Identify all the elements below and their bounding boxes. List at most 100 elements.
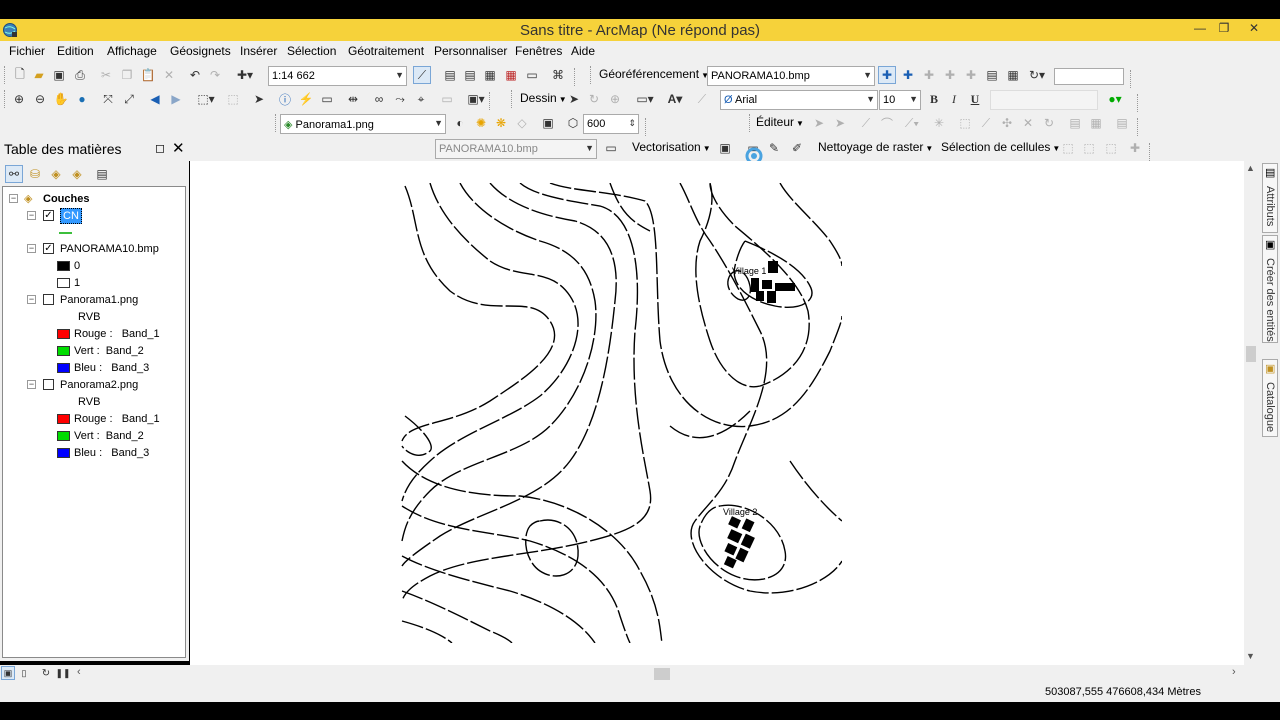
create-features-button[interactable]: ▤ xyxy=(1113,114,1131,132)
reshape-button[interactable]: ⟋ xyxy=(977,114,995,132)
transparency-button[interactable]: ❋ xyxy=(492,114,510,132)
vertical-scrollbar[interactable]: ▲ ▼ xyxy=(1244,161,1258,665)
menu-geosignets[interactable]: Géosignets xyxy=(170,44,231,58)
paste-button[interactable]: 📋 xyxy=(139,66,157,84)
raster-cleanup-menu[interactable]: Nettoyage de raster ▼ xyxy=(818,140,933,154)
sketch-properties-button[interactable]: ▦ xyxy=(1087,114,1105,132)
map-view[interactable]: Village 1 Village 2 xyxy=(190,161,1244,665)
collapse-icon[interactable]: − xyxy=(27,211,36,220)
catalog-button[interactable]: ▤ xyxy=(461,66,479,84)
go-to-xy-button[interactable]: ⌖ xyxy=(412,90,430,108)
select-elements-button[interactable]: ➤ xyxy=(250,90,268,108)
select-link-button[interactable]: ✚ xyxy=(899,66,917,84)
edit-vertices-button[interactable]: ⟋ xyxy=(693,90,711,108)
raster-cleanup-pen-button[interactable]: ✐ xyxy=(788,139,806,157)
search-window-button[interactable]: ▦ xyxy=(481,66,499,84)
time-slider-button[interactable]: ▭ xyxy=(438,90,456,108)
vectorization-settings-button[interactable]: ▣ xyxy=(716,139,734,157)
collapse-icon[interactable]: − xyxy=(27,244,36,253)
menu-edition[interactable]: Edition xyxy=(57,44,94,58)
link-table-button[interactable]: ▦ xyxy=(1004,66,1022,84)
find-route-button[interactable]: ⤳ xyxy=(391,90,409,108)
cell-selection-menu[interactable]: Sélection de cellules ▼ xyxy=(941,140,1060,154)
auto-adjust-button[interactable]: ✚ xyxy=(962,66,980,84)
menu-fichier[interactable]: Fichier xyxy=(9,44,45,58)
vectorization-pen-button[interactable]: ✎ xyxy=(765,139,783,157)
forward-extent-button[interactable]: ▶ xyxy=(167,90,185,108)
list-by-drawing-order-button[interactable]: ⚯ xyxy=(5,165,23,183)
close-icon[interactable]: ✕ xyxy=(172,139,185,157)
font-size-combo[interactable]: 10 ▼ xyxy=(879,90,921,110)
editor-menu[interactable]: Éditeur ▼ xyxy=(756,115,804,129)
raster-snapping-button[interactable]: ▭ xyxy=(602,139,620,157)
catalog-tab[interactable]: ▣ Catalogue xyxy=(1262,359,1278,437)
edit-vertices-tool-button[interactable]: ⬚ xyxy=(956,114,974,132)
end-point-arc-button[interactable]: ⌒ xyxy=(878,114,896,132)
menu-geotraitement[interactable]: Géotraitement xyxy=(348,44,424,58)
save-button[interactable]: ▣ xyxy=(50,66,68,84)
view-link-table-button[interactable]: ▤ xyxy=(983,66,1001,84)
list-by-source-button[interactable]: ⛁ xyxy=(26,165,44,183)
horizontal-scroll-thumb[interactable] xyxy=(654,668,670,680)
menu-personnaliser[interactable]: Personnaliser xyxy=(434,44,507,58)
fixed-zoom-in-button[interactable]: ⤧ xyxy=(99,90,117,108)
list-by-visibility-button[interactable]: ◈ xyxy=(47,165,65,183)
layer-visibility-checkbox[interactable] xyxy=(43,379,54,390)
pan-button[interactable]: ✋ xyxy=(52,90,70,108)
zoom-to-link-button[interactable]: ✚ xyxy=(920,66,938,84)
table-toc-button[interactable]: ▤ xyxy=(441,66,459,84)
measure-button[interactable]: ⇹ xyxy=(344,90,362,108)
rotation-input[interactable] xyxy=(1054,68,1124,85)
zoom-in-button[interactable]: ⊕ xyxy=(10,90,28,108)
cut-button[interactable]: ✂ xyxy=(97,66,115,84)
vectorization-menu[interactable]: Vectorisation ▼ xyxy=(632,140,711,154)
raster-layer-combo[interactable]: ◈ Panorama1.png ▼ xyxy=(280,114,446,134)
back-extent-button[interactable]: ◀ xyxy=(146,90,164,108)
zoom-elements-button[interactable]: ⊕ xyxy=(606,90,624,108)
viewer-button[interactable]: ▣▾ xyxy=(463,90,489,108)
cell-select-button[interactable]: ⬚ xyxy=(1059,139,1077,157)
text-button[interactable]: A▾ xyxy=(662,90,688,108)
toc-options-button[interactable]: ▤ xyxy=(93,165,111,183)
cell-select-remove-button[interactable]: ⬚ xyxy=(1102,139,1120,157)
zoom-out-button[interactable]: ⊖ xyxy=(31,90,49,108)
georeferencing-menu[interactable]: Géoréférencement ▼ xyxy=(599,67,709,81)
layer-row-panorama1[interactable]: − Panorama1.png xyxy=(25,292,185,308)
menu-affichage[interactable]: Affichage xyxy=(107,44,157,58)
refresh-button[interactable]: ↻ xyxy=(39,666,53,680)
attributes-tab[interactable]: ▤ Attributs xyxy=(1262,163,1278,233)
brightness-button[interactable]: ✺ xyxy=(472,114,490,132)
resolution-button[interactable]: ⬡ xyxy=(564,114,582,132)
resolution-input[interactable]: 600 ⇕ xyxy=(583,114,639,134)
print-button[interactable]: ⎙ xyxy=(71,66,89,84)
draw-select-button[interactable]: ➤ xyxy=(565,90,583,108)
cut-polygons-button[interactable]: ✣ xyxy=(998,114,1016,132)
pause-drawing-button[interactable]: ❚❚ xyxy=(55,666,70,680)
python-button[interactable]: ▭ xyxy=(523,66,541,84)
menu-fenetres[interactable]: Fenêtres xyxy=(515,44,562,58)
delete-link-button[interactable]: ✚ xyxy=(941,66,959,84)
effects-button[interactable]: ▣ xyxy=(539,114,557,132)
full-extent-button[interactable]: ● xyxy=(73,90,91,108)
open-button[interactable]: ▰ xyxy=(30,66,48,84)
html-popup-button[interactable]: ▭ xyxy=(318,90,336,108)
fixed-zoom-out-button[interactable]: ⤢ xyxy=(120,90,138,108)
create-features-tab[interactable]: ▣ Créer des entités xyxy=(1262,235,1278,343)
scroll-left-icon[interactable]: ‹ xyxy=(77,666,81,678)
hyperlink-button[interactable]: ⚡ xyxy=(297,90,315,108)
scroll-right-icon[interactable]: › xyxy=(1232,666,1236,678)
layer-visibility-checkbox[interactable]: ✓ xyxy=(43,210,54,221)
menu-aide[interactable]: Aide xyxy=(571,44,595,58)
layer-row-cn[interactable]: − ✓ CN xyxy=(25,208,175,224)
add-control-points-button[interactable]: ✚ xyxy=(878,66,896,84)
scale-combo[interactable]: 1:14 662 ▼ xyxy=(268,66,407,86)
delete-button[interactable]: ✕ xyxy=(160,66,178,84)
scroll-thumb[interactable] xyxy=(1246,346,1256,362)
clear-selection-button[interactable]: ⬚ xyxy=(224,90,242,108)
trace-button[interactable]: ⟋▾ xyxy=(899,114,925,132)
draw-menu[interactable]: Dessin ▼ xyxy=(520,91,567,105)
raster-line-width-button[interactable]: ✚ xyxy=(1126,139,1144,157)
edit-annotation-button[interactable]: ➤ xyxy=(831,114,849,132)
font-color-button[interactable]: ●▾ xyxy=(1100,90,1130,108)
layer-visibility-checkbox[interactable]: ✓ xyxy=(43,243,54,254)
